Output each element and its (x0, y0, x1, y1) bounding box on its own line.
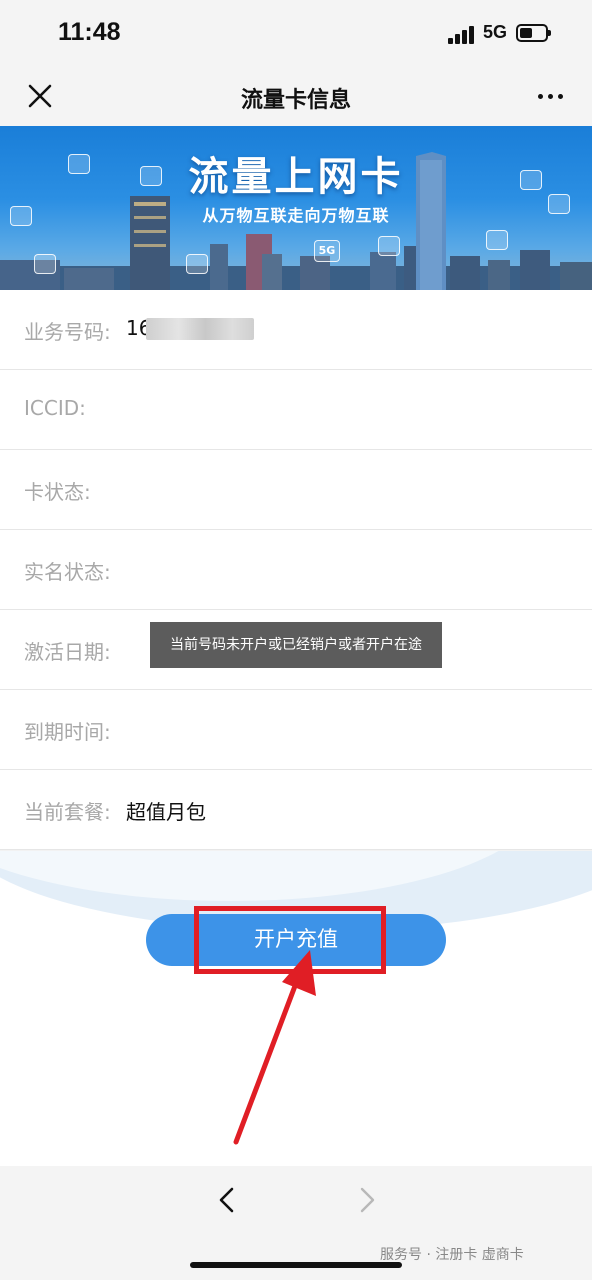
page-title: 流量卡信息 (240, 88, 351, 113)
info-row-current-plan: 当前套餐: 超值月包 (0, 770, 592, 850)
info-list: 业务号码: 16 ICCID: 卡状态: 实名状态: 激活日期: 到期时间: 当… (0, 290, 592, 850)
wifi-icon (486, 230, 508, 250)
info-label: 当前套餐: (24, 800, 111, 824)
arrow-annotation-icon (233, 950, 316, 1145)
info-label: ICCID: (24, 396, 86, 420)
home-indicator[interactable] (190, 1262, 402, 1268)
redaction-mask (146, 318, 254, 340)
banner-title: 流量上网卡 (188, 154, 404, 200)
network-label: 5G (483, 22, 508, 42)
banner-subtitle: 从万物互联走向万物互联 (202, 206, 390, 225)
wifi-icon (378, 236, 400, 256)
chevron-left-icon[interactable] (214, 1186, 240, 1214)
watermark-text: 服务号 · 注册卡 虚商卡 (380, 1247, 524, 1263)
info-row-realname-status: 实名状态: (0, 530, 592, 610)
status-time: 11:48 (58, 18, 121, 46)
info-label: 实名状态: (24, 560, 111, 584)
info-row-phone: 业务号码: 16 (0, 290, 592, 370)
wifi-icon (34, 254, 56, 274)
battery-icon (516, 24, 551, 42)
info-label: 业务号码: (24, 320, 111, 344)
info-value-current-plan: 超值月包 (126, 800, 206, 824)
cloud-icon (186, 254, 208, 274)
status-bar: 11:48 5G (0, 0, 592, 66)
signal-icon (448, 26, 476, 44)
bottom-toolbar: 服务号 · 注册卡 虚商卡 (0, 1166, 592, 1280)
chevron-right-icon (354, 1186, 380, 1214)
5g-badge: 5G (314, 240, 340, 262)
info-row-iccid: ICCID: (0, 370, 592, 450)
info-label: 卡状态: (24, 480, 91, 504)
more-icon[interactable] (536, 92, 566, 102)
info-label: 到期时间: (24, 720, 111, 744)
toast-message: 当前号码未开户或已经销户或者开户在途 (150, 622, 442, 668)
info-row-card-status: 卡状态: (0, 450, 592, 530)
banner: 5G 流量上网卡 从万物互联走向万物互联 (0, 126, 592, 290)
nav-bar: 流量卡信息 (0, 66, 592, 126)
info-row-expiry-time: 到期时间: (0, 690, 592, 770)
info-label: 激活日期: (24, 640, 111, 664)
